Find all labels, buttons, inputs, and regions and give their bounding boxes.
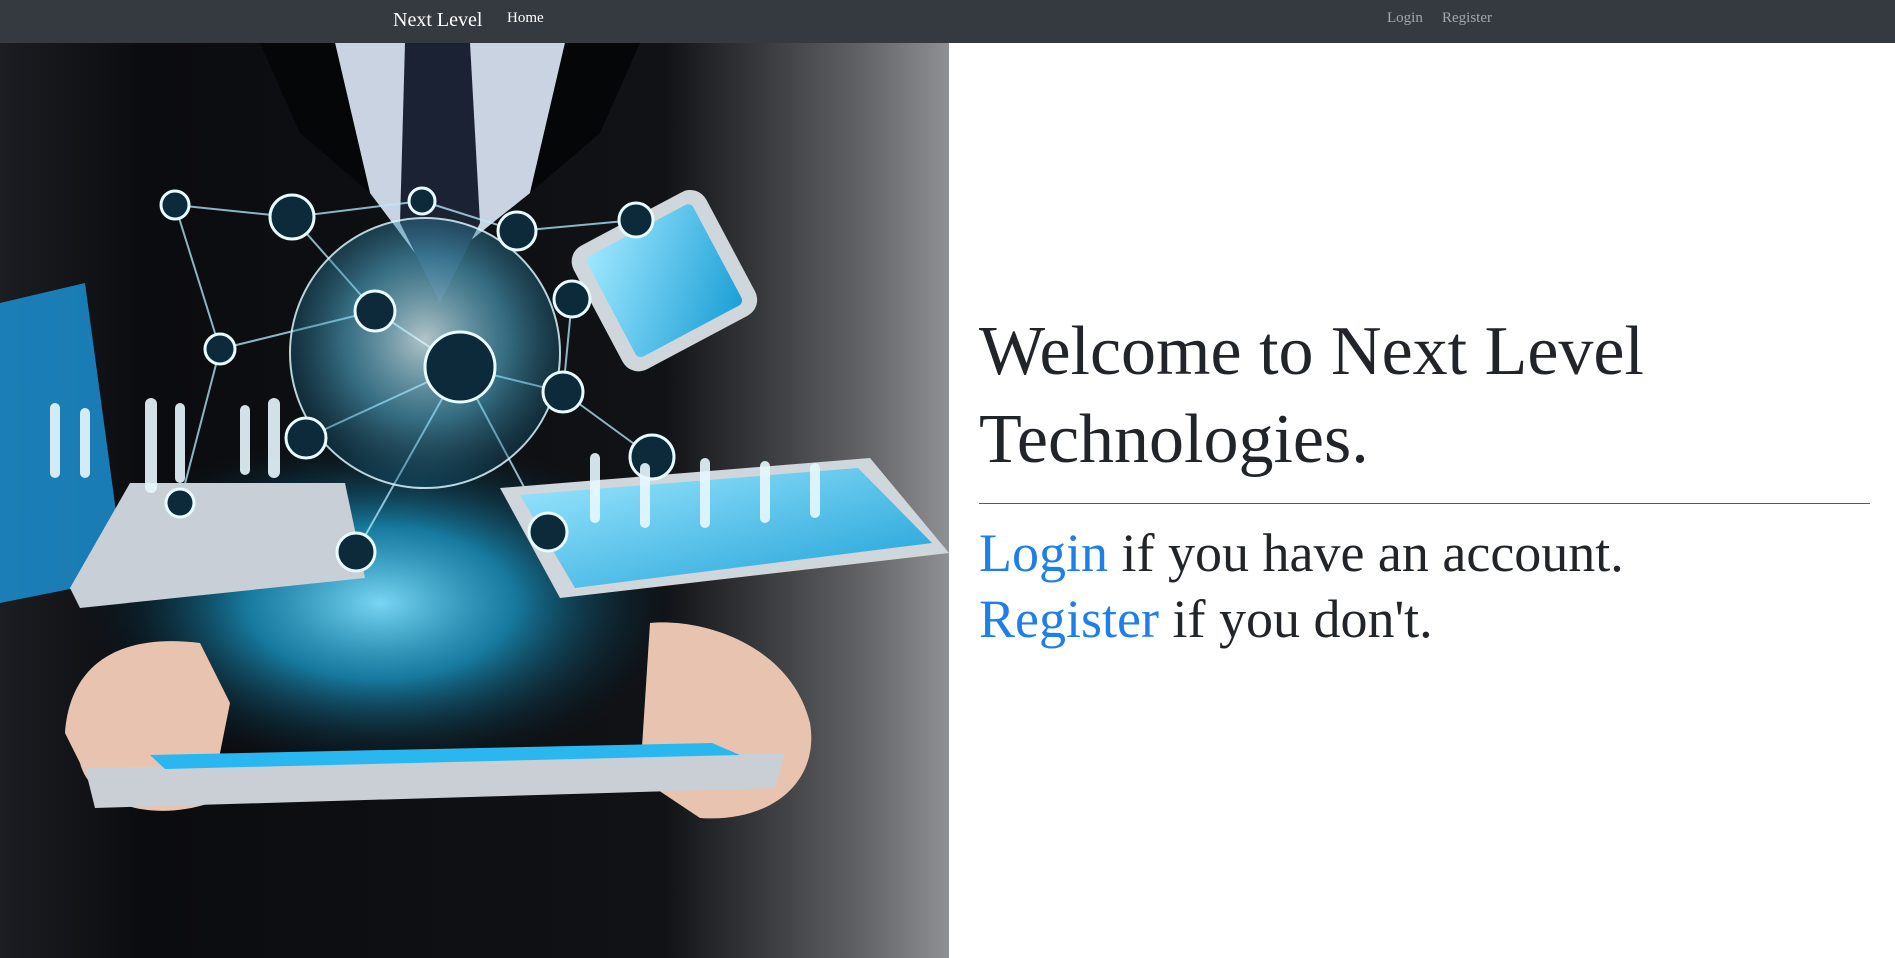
login-prompt-text: if you have an account. <box>1108 523 1624 583</box>
login-link[interactable]: Login <box>979 523 1108 583</box>
welcome-section: Welcome to Next Level Technologies. Logi… <box>979 308 1870 652</box>
technology-illustration <box>0 43 949 819</box>
register-prompt: Register if you don't. <box>979 586 1870 652</box>
page-title: Welcome to Next Level Technologies. <box>979 313 1644 478</box>
brand-link[interactable]: Next Level <box>393 9 482 32</box>
divider <box>979 503 1870 504</box>
login-prompt: Login if you have an account. <box>979 520 1870 586</box>
register-link[interactable]: Register <box>979 589 1159 649</box>
nav-login-link[interactable]: Login <box>1387 10 1423 27</box>
nav-home-link[interactable]: Home <box>507 10 544 27</box>
hero-photo <box>0 43 949 958</box>
nav-register-link[interactable]: Register <box>1442 10 1492 27</box>
register-prompt-text: if you don't. <box>1158 589 1433 649</box>
top-navbar: Next Level Home Login Register <box>0 0 1895 43</box>
